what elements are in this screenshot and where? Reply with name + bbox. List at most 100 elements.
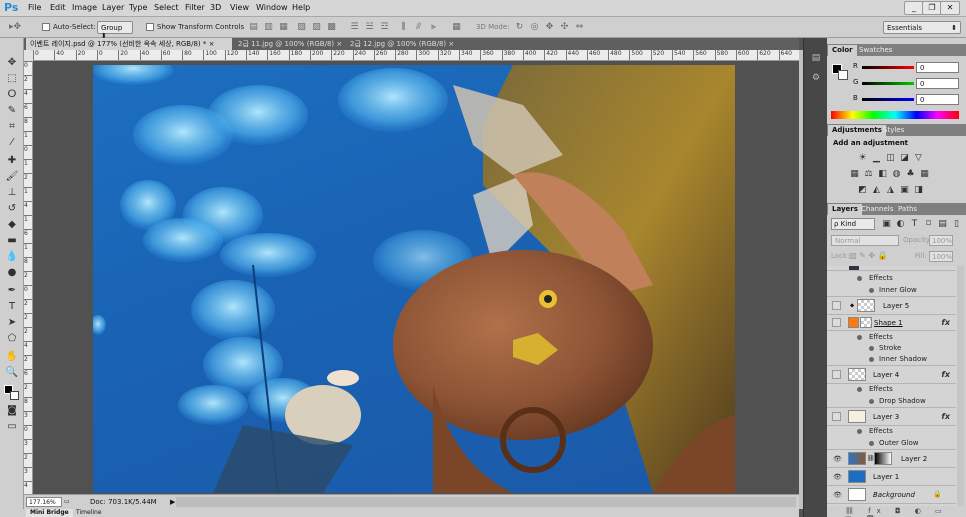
menu-filter[interactable]: Filter [185,3,205,12]
slider-value[interactable]: 0 [916,94,959,105]
tab-event-psd[interactable]: 이벤트 레이지.psd @ 177% (선비한 옥속 세상, RGB/8) * … [26,38,232,50]
move-tool-preset-icon[interactable]: ▸✥ [6,22,24,32]
align-hcenter-icon[interactable]: ▨ [311,22,322,32]
canvas-area[interactable] [33,61,799,494]
menu-image[interactable]: Image [72,3,97,12]
black-white-icon[interactable]: ◧ [877,169,888,179]
curves-adjust-icon[interactable]: ◫ [885,153,896,163]
align-top-icon[interactable]: ▤ [248,22,259,32]
eyedropper-tool-icon[interactable]: ⁄ [4,136,20,150]
tab-color[interactable]: Color [828,45,857,56]
opacity-field[interactable]: 100% [929,235,953,246]
color-balance-icon[interactable]: ⚖ [863,169,874,179]
properties-panel-icon[interactable]: ⚙ [810,72,822,84]
menu-view[interactable]: View [230,3,249,12]
zoom-tool-icon[interactable]: 🔍 [4,366,20,380]
show-transform-checkbox[interactable] [146,23,154,31]
effect-visibility-icon[interactable] [869,357,874,362]
photo-filter-icon[interactable]: ◍ [891,169,902,179]
3d-scale-icon[interactable]: ⇔ [574,22,585,32]
healing-brush-tool-icon[interactable]: ✚ [4,154,20,168]
auto-align-icon[interactable]: ▦ [451,22,462,32]
3d-slide-icon[interactable]: ✣ [559,22,570,32]
color-spectrum-bar[interactable] [831,111,959,119]
layer-name[interactable]: Layer 2 [901,455,927,463]
selective-color-icon[interactable]: ◨ [913,185,924,195]
zoom-fit-icon[interactable]: ▭ [64,498,70,505]
tab-swatches[interactable]: Swatches [855,45,896,56]
background-color-chip[interactable] [838,70,848,80]
distribute-top-icon[interactable]: ☰ [349,22,360,32]
layer-name[interactable]: Shape 1 [874,319,903,327]
layer-name[interactable]: Layer 5 [883,302,909,310]
effect-row-inner-glow[interactable]: Inner Glow [827,284,956,297]
effects-row[interactable]: Effects [827,331,956,343]
3d-rotate-icon[interactable]: ↻ [514,22,525,32]
brush-tool-icon[interactable]: 🖌 [4,170,20,184]
filter-type-icon[interactable]: T [909,219,920,229]
fill-field[interactable]: 100% [929,251,953,262]
menu-file[interactable]: File [28,3,41,12]
shape-tool-icon[interactable]: ⬠ [4,332,20,346]
posterize-icon[interactable]: ◭ [871,185,882,195]
auto-select-checkbox[interactable] [42,23,50,31]
effect-visibility-icon[interactable] [869,288,874,293]
menu-layer[interactable]: Layer [102,3,124,12]
threshold-icon[interactable]: ◮ [885,185,896,195]
gradient-tool-icon[interactable]: ▬ [4,234,20,248]
distribute-hcenter-icon[interactable]: ⫻ [413,22,424,32]
layers-scrollbar[interactable] [957,266,964,506]
move-tool-icon[interactable]: ✥ [4,56,20,70]
layer-name[interactable]: Layer 3 [873,413,899,421]
visibility-toggle[interactable] [832,370,841,379]
marquee-tool-icon[interactable]: ⬚ [4,72,20,86]
slider-track[interactable] [862,98,914,101]
horizontal-scrollbar[interactable] [176,497,796,507]
layer-row-layer-3[interactable]: Layer 3 fx [827,408,956,426]
status-menu-arrow-icon[interactable]: ▶ [170,498,175,506]
type-tool-icon[interactable]: T [4,300,20,314]
workspace-dropdown[interactable]: Essentials ⬍ [883,21,961,34]
ruler-origin[interactable] [24,50,33,61]
pen-tool-icon[interactable]: ✒ [4,284,20,298]
lasso-tool-icon[interactable]: ⵔ [4,88,20,102]
align-bottom-icon[interactable]: ▦ [278,22,289,32]
distribute-bottom-icon[interactable]: ☲ [379,22,390,32]
fx-icon[interactable]: fx [941,318,950,327]
filter-toggle-icon[interactable]: ▯ [951,219,962,229]
effect-row-outer-glow[interactable]: Outer Glow [827,437,956,450]
menu-3d[interactable]: 3D [210,3,221,12]
distribute-right-icon[interactable]: ⫸ [428,22,439,32]
quick-mask-icon[interactable]: ◙ [4,404,20,418]
layer-row-shape-1[interactable]: Shape 1 fx [827,315,956,331]
layer-row-layer-4[interactable]: Layer 4 fx [827,366,956,384]
invert-icon[interactable]: ◩ [857,185,868,195]
slider-track[interactable] [862,82,914,85]
history-brush-tool-icon[interactable]: ↺ [4,202,20,216]
screen-mode-icon[interactable]: ▭ [4,420,20,434]
zoom-field[interactable]: 177.16% [26,497,62,507]
eye-icon[interactable]: 👁 [833,455,842,463]
effect-visibility-icon[interactable] [869,399,874,404]
eye-icon[interactable]: 👁 [833,473,842,481]
align-left-icon[interactable]: ▧ [296,22,307,32]
lock-icons[interactable]: ▨ ✎ ✥ 🔒 [849,251,888,260]
history-panel-icon[interactable]: ▤ [810,52,822,64]
hand-tool-icon[interactable]: ✋ [4,350,20,364]
menu-edit[interactable]: Edit [50,3,66,12]
slider-value[interactable]: 0 [916,62,959,73]
exposure-adjust-icon[interactable]: ◪ [899,153,910,163]
tab-paths[interactable]: Paths [894,204,921,215]
filter-shape-icon[interactable]: ⌑ [923,219,934,229]
effects-row[interactable]: Effects [827,272,956,284]
menu-window[interactable]: Window [256,3,288,12]
layer-name[interactable]: Background [873,491,915,499]
background-color-swatch[interactable] [10,391,19,400]
distribute-vcenter-icon[interactable]: ☱ [364,22,375,32]
layer-row-layer-5[interactable]: ⬥ Layer 5 [827,297,956,315]
effect-visibility-icon[interactable] [869,441,874,446]
dodge-tool-icon[interactable]: ● [4,266,20,280]
tab-2grade-12[interactable]: 2급 12.jpg @ 100% (RGB/8) × [346,38,456,50]
tab-adjustments[interactable]: Adjustments [828,125,886,136]
layer-row-background[interactable]: 👁 Background 🔒 [827,486,956,504]
